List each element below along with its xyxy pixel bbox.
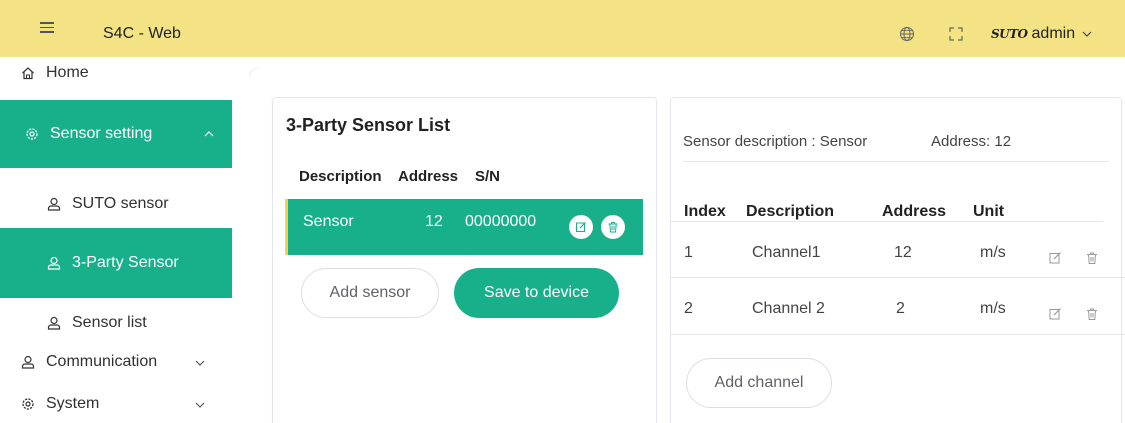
sensor-row[interactable]: Sensor 12 00000000 — [285, 199, 643, 255]
sensor-description: Sensor — [303, 213, 354, 230]
chevron-down-icon — [195, 360, 205, 366]
add-channel-button[interactable]: Add channel — [686, 358, 832, 408]
channel-unit: m/s — [980, 300, 1006, 317]
menu-toggle-icon[interactable] — [40, 19, 54, 39]
edit-icon — [576, 222, 586, 232]
edit-sensor-button[interactable] — [569, 215, 593, 239]
channel-description: Channel 2 — [752, 300, 825, 317]
row-divider — [671, 334, 1125, 335]
gear-icon — [24, 126, 40, 142]
row-divider — [671, 277, 1125, 278]
column-address: Address — [882, 203, 947, 220]
sidebar-item-label: Home — [46, 64, 89, 81]
sidebar-item-label: 3-Party Sensor — [72, 254, 179, 271]
fullscreen-icon[interactable] — [948, 26, 964, 42]
sidebar-item-label: Communication — [46, 353, 158, 370]
column-description: Description — [299, 168, 382, 185]
sidebar-item-3-party-sensor[interactable]: 3-Party Sensor — [0, 228, 232, 298]
channel-unit: m/s — [980, 244, 1006, 261]
add-sensor-button[interactable]: Add sensor — [301, 268, 439, 318]
column-unit: Unit — [973, 203, 1005, 220]
sidebar-item-sensor-setting[interactable]: Sensor setting — [0, 100, 232, 168]
brand-logo: SUTO — [991, 27, 1028, 41]
chevron-up-icon — [204, 131, 214, 137]
gear-icon — [20, 396, 36, 412]
sidebar-item-sensor-list[interactable]: Sensor list — [0, 311, 232, 335]
sensor-list-title: 3-Party Sensor List — [286, 115, 451, 135]
sidebar-item-system[interactable]: System — [0, 392, 232, 416]
user-icon — [46, 315, 62, 331]
channel-description: Channel1 — [752, 244, 821, 261]
trash-icon[interactable] — [1085, 307, 1099, 321]
user-icon — [46, 255, 62, 271]
top-header: S4C - Web SUTO admin — [0, 0, 1125, 57]
channel-address: 2 — [896, 300, 905, 317]
column-index: Index — [684, 203, 726, 220]
edit-icon[interactable] — [1048, 307, 1062, 321]
chevron-down-icon — [1082, 31, 1092, 37]
divider — [683, 161, 1109, 162]
user-icon — [46, 196, 62, 212]
channel-index: 1 — [684, 244, 693, 261]
sensor-list-card — [272, 97, 657, 423]
sidebar-item-home[interactable]: Home — [0, 61, 232, 85]
sidebar-item-label: Sensor list — [72, 314, 147, 331]
user-icon — [20, 354, 36, 370]
edit-icon[interactable] — [1048, 251, 1062, 265]
user-name: admin — [1031, 25, 1076, 42]
globe-icon[interactable] — [899, 26, 915, 42]
column-description: Description — [746, 203, 835, 220]
user-menu[interactable]: SUTO admin — [991, 23, 1093, 45]
trash-icon — [608, 222, 618, 233]
table-header-divider — [671, 221, 1103, 222]
column-address: Address — [398, 168, 459, 185]
chevron-down-icon — [195, 402, 205, 408]
trash-icon[interactable] — [1085, 251, 1099, 265]
sidebar-item-communication[interactable]: Communication — [0, 350, 232, 374]
column-sn: S/N — [475, 168, 501, 185]
sidebar-item-label: Sensor setting — [50, 125, 153, 142]
sidebar-item-label: SUTO sensor — [72, 195, 169, 212]
sidebar-item-suto-sensor[interactable]: SUTO sensor — [0, 192, 232, 216]
sensor-address: 12 — [425, 213, 443, 230]
save-to-device-button[interactable]: Save to device — [454, 268, 619, 318]
sensor-address-info: Address: 12 — [931, 133, 1012, 150]
app-title: S4C - Web — [103, 25, 181, 42]
channel-address: 12 — [894, 244, 912, 261]
delete-sensor-button[interactable] — [601, 215, 625, 239]
sensor-sn: 00000000 — [465, 213, 537, 230]
sidebar-item-label: System — [46, 395, 100, 412]
channel-index: 2 — [684, 300, 693, 317]
sensor-description-info: Sensor description : Sensor — [683, 133, 868, 150]
home-icon — [20, 65, 36, 81]
